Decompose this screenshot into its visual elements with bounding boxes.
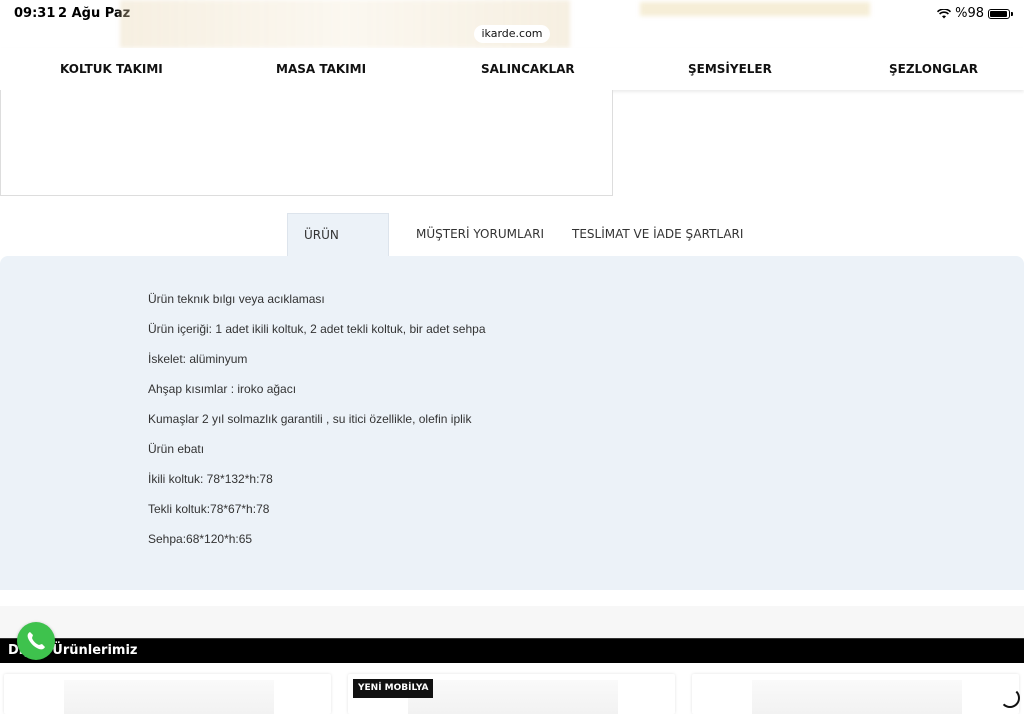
section-divider — [0, 606, 1024, 638]
status-right: %98 — [937, 6, 1013, 21]
whatsapp-icon — [27, 632, 45, 650]
product-card-image — [64, 680, 274, 714]
description-line: Ürün ebatı — [148, 442, 205, 456]
tab-musteri-yorumlari[interactable]: MÜŞTERİ YORUMLARI — [416, 213, 544, 256]
main-nav: KOLTUK TAKIMI MASA TAKIMI SALINCAKLAR ŞE… — [0, 48, 1024, 90]
status-time: 09:31 — [14, 6, 56, 21]
product-card[interactable] — [692, 674, 1019, 714]
nav-item-semsiyeler[interactable]: ŞEMSİYELER — [688, 62, 772, 76]
tab-urun-bilgisi[interactable]: ÜRÜN BİLGİSİ — [287, 213, 389, 285]
product-card[interactable] — [4, 674, 331, 714]
description-line: Sehpa:68*120*h:65 — [148, 532, 253, 546]
url-bar[interactable]: ikarde.com — [474, 25, 550, 43]
product-card-image — [752, 680, 962, 714]
battery-percent: %98 — [955, 6, 984, 21]
nav-item-sezlonglar[interactable]: ŞEZLONGLAR — [889, 62, 978, 76]
new-badge: YENİ MOBİLYA — [353, 679, 434, 698]
nav-item-koltuk-takimi[interactable]: KOLTUK TAKIMI — [60, 62, 163, 76]
description-line: İkili koltuk: 78*132*h:78 — [148, 472, 273, 486]
tab-teslimat-iade[interactable]: TESLİMAT VE İADE ŞARTLARI — [572, 213, 743, 256]
battery-fill — [990, 10, 1007, 17]
loading-spinner-icon — [1000, 688, 1020, 708]
wifi-icon — [937, 8, 952, 18]
product-image-box — [0, 90, 613, 196]
description-line: Ahşap kısımlar : iroko ağacı — [148, 382, 297, 396]
description-line: Ürün teknık bılgı veya acıklaması — [148, 292, 325, 306]
header-text-ghost — [640, 2, 870, 16]
whatsapp-button[interactable] — [17, 622, 55, 660]
battery-icon — [988, 8, 1013, 19]
description-line: İskelet: alüminyum — [148, 352, 248, 366]
nav-item-masa-takimi[interactable]: MASA TAKIMI — [276, 62, 366, 76]
product-description-panel: Ürün teknık bılgı veya acıklaması Ürün i… — [0, 256, 1024, 590]
product-card-image — [408, 680, 618, 714]
nav-item-salincaklar[interactable]: SALINCAKLAR — [481, 62, 575, 76]
description-line: Ürün içeriği: 1 adet ikili koltuk, 2 ade… — [148, 322, 486, 336]
other-products-header: Diğer Ürünlerimiz — [0, 638, 1024, 663]
description-line: Kumaşlar 2 yıl solmazlık garantili , su … — [148, 412, 472, 426]
description-line: Tekli koltuk:78*67*h:78 — [148, 502, 270, 516]
